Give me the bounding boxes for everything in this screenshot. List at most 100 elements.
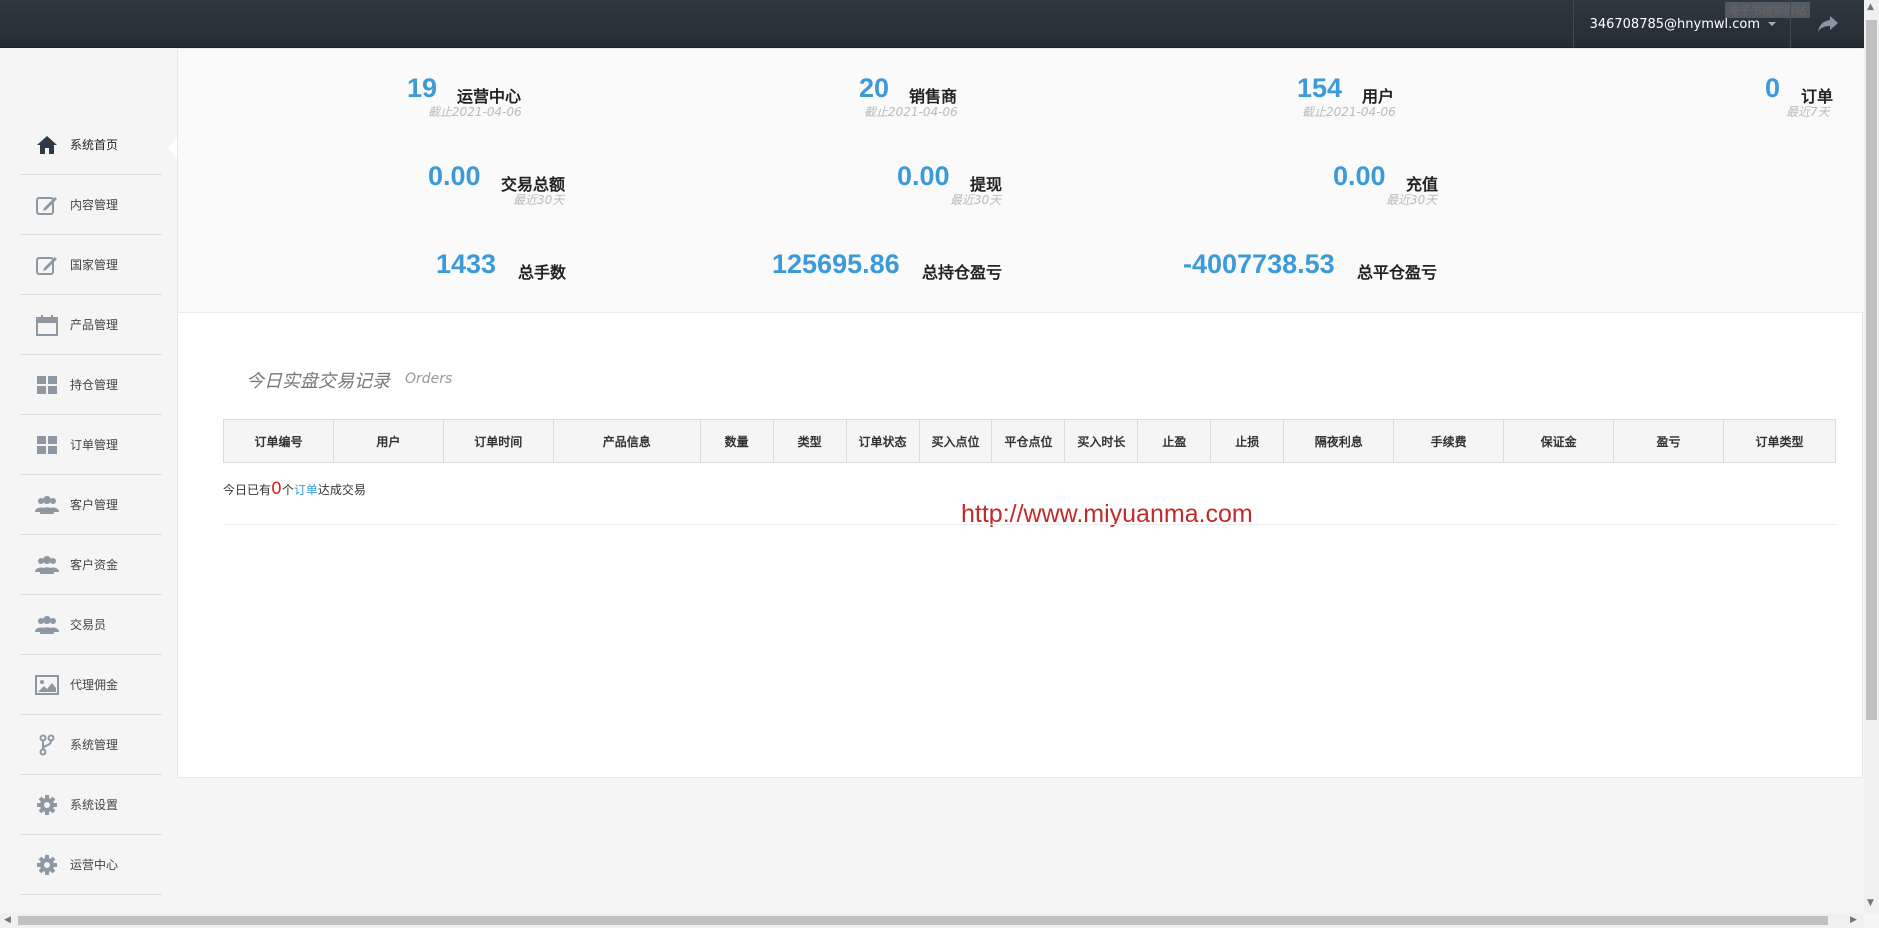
stat-operation-centers: 19 运营中心 截止2021-04-06 [407,73,707,123]
user-menu-dropdown[interactable]: 346708785@hnymwl.com [1572,0,1790,48]
sidebar-item-traders[interactable]: 交易员 [20,595,162,655]
column-header: 止盈 [1137,419,1212,463]
users-icon [32,493,62,517]
column-header: 止损 [1210,419,1285,463]
sidebar-item-operation-center[interactable]: 运营中心 [20,835,162,895]
stat-total-close-pl: -4007738.53 总平仓盈亏 [1183,249,1483,299]
stat-subtext: 最近30天 [950,193,1002,207]
column-header: 买入点位 [918,419,993,463]
orders-link[interactable]: 订单 [294,483,318,497]
edit-icon [32,253,62,277]
column-header: 订单类型 [1722,419,1837,463]
vertical-scrollbar[interactable]: ▲ ▼ [1864,0,1879,913]
stat-value: 0 [1765,73,1781,103]
stat-total-position-pl: 125695.86 总持仓盈亏 [772,249,1072,299]
sidebar-item-label: 代理佣金 [70,678,119,692]
calendar-icon [32,313,62,337]
stat-value: 154 [1297,73,1343,103]
gear-icon [32,793,62,817]
users-icon [32,553,62,577]
summary-suffix: 达成交易 [317,483,366,497]
column-header: 盈亏 [1613,419,1724,463]
sidebar-item-customer-funds[interactable]: 客户资金 [20,535,162,595]
sidebar-item-label: 系统设置 [70,798,119,812]
stat-subtext: 最近7天 [1786,105,1830,119]
stat-value: 0.00 [1333,161,1386,191]
sidebar-item-customers[interactable]: 客户管理 [20,475,162,535]
column-header: 数量 [699,419,774,463]
users-icon [32,613,62,637]
sidebar-item-agent-commission[interactable]: 代理佣金 [20,655,162,715]
stat-label: 总持仓盈亏 [922,263,1003,282]
stat-subtext: 最近30天 [1386,193,1438,207]
grid-icon [32,373,62,397]
orders-table: 订单编号 用户 订单时间 产品信息 数量 类型 订单状态 买入点位 平仓点位 买… [223,419,1837,463]
sidebar-item-label: 客户管理 [70,498,119,512]
sidebar-item-label: 国家管理 [70,258,119,272]
scroll-right-icon[interactable]: ▶ [1850,915,1857,925]
image-icon [32,673,62,697]
stat-orders: 0 订单 最近7天 [1765,73,1865,123]
scroll-down-icon[interactable]: ▼ [1867,898,1874,908]
stat-value: 1433 [436,249,497,279]
sidebar-item-system-settings[interactable]: 系统设置 [20,775,162,835]
sidebar-item-label: 系统管理 [70,738,119,752]
home-icon [32,133,62,157]
column-header: 类型 [772,419,847,463]
branch-icon [32,733,62,757]
logout-button[interactable] [1790,0,1864,48]
sidebar-item-product[interactable]: 产品管理 [20,295,162,355]
vertical-scroll-thumb[interactable] [1866,20,1877,720]
column-header: 手续费 [1393,419,1505,463]
sidebar-item-country[interactable]: 国家管理 [20,235,162,295]
sidebar-item-home[interactable]: 系统首页 [20,115,162,175]
sidebar-item-orders[interactable]: 订单管理 [20,415,162,475]
column-header: 订单编号 [223,419,334,463]
sidebar-item-content[interactable]: 内容管理 [20,175,162,235]
orders-section-subtitle: Orders [405,371,453,387]
stat-subtext: 最近30天 [513,193,565,207]
stat-value: 19 [407,73,438,103]
column-header: 订单状态 [845,419,920,463]
column-header: 平仓点位 [991,419,1066,463]
sidebar-item-label: 运营中心 [70,858,119,872]
stat-trade-total: 0.00 交易总额 最近30天 [428,161,728,211]
sidebar-item-label: 交易员 [70,618,107,632]
column-header: 用户 [332,419,444,463]
sidebar-item-label: 内容管理 [70,198,119,212]
today-orders-summary: 今日已有0个订单达成交易 [223,479,366,499]
sidebar-item-position[interactable]: 持仓管理 [20,355,162,415]
summary-count: 0 [271,479,282,499]
stat-users: 154 用户 截止2021-04-06 [1297,73,1597,123]
scroll-up-icon[interactable]: ▲ [1867,2,1874,12]
horizontal-scrollbar[interactable]: ◀ ▶ [0,913,1864,928]
table-header-row: 订单编号 用户 订单时间 产品信息 数量 类型 订单状态 买入点位 平仓点位 买… [223,419,1837,463]
share-icon [1817,16,1838,32]
stat-value: 20 [859,73,890,103]
stat-subtext: 截止2021-04-06 [1302,105,1396,119]
column-header: 订单时间 [442,419,554,463]
stat-recharge: 0.00 充值 最近30天 [1333,161,1633,211]
sidebar-item-label: 持仓管理 [70,378,119,392]
sidebar-item-label: 产品管理 [70,318,119,332]
column-header: 保证金 [1503,419,1615,463]
sidebar-item-label: 客户资金 [70,558,119,572]
divider [223,524,1836,525]
stat-sellers: 20 销售商 截止2021-04-06 [859,73,1159,123]
main-content: 19 运营中心 截止2021-04-06 20 销售商 截止2021-04-06… [177,48,1864,778]
stat-value: 0.00 [428,161,481,191]
stat-value: 0.00 [897,161,950,191]
stat-subtext: 截止2021-04-06 [428,105,522,119]
summary-mid: 个 [281,483,294,497]
horizontal-scroll-thumb[interactable] [18,916,1828,925]
gear-icon [32,853,62,877]
scroll-left-icon[interactable]: ◀ [4,915,11,925]
sidebar-item-system-manage[interactable]: 系统管理 [20,715,162,775]
caret-down-icon [1768,22,1776,26]
sidebar-item-label: 系统首页 [70,138,119,152]
orders-section-title: 今日实盘交易记录 [246,371,390,392]
sidebar-item-label: 订单管理 [70,438,119,452]
stat-total-lots: 1433 总手数 [436,249,736,299]
stats-panel: 19 运营中心 截止2021-04-06 20 销售商 截止2021-04-06… [178,49,1864,313]
column-header: 产品信息 [552,419,701,463]
